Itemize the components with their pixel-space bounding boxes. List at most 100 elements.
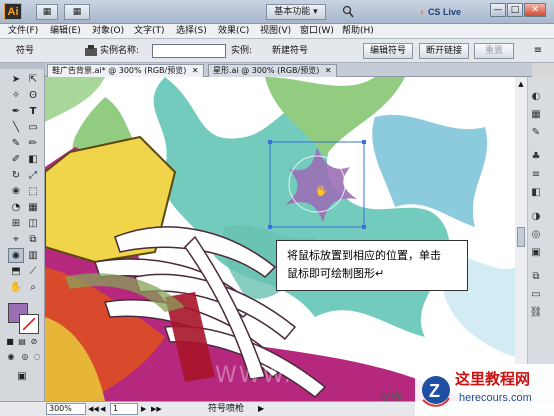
search-icon[interactable] — [342, 5, 354, 19]
zoom-field[interactable]: 300% — [46, 403, 86, 415]
minimize-button[interactable]: — — [490, 3, 506, 17]
menu-object[interactable]: 对象(O) — [92, 25, 124, 38]
vertical-scrollbar[interactable]: ▲ ▼ — [515, 77, 528, 401]
artboard-tool-icon[interactable]: ⬒ — [8, 264, 24, 279]
svg-text:🖐: 🖐 — [315, 184, 327, 197]
zoom-tool-icon[interactable]: ⌕ — [25, 280, 41, 295]
scale-tool-icon[interactable]: ⤢ — [25, 168, 41, 183]
tab-close-icon[interactable]: ✕ — [325, 66, 332, 75]
direct-selection-tool-icon[interactable]: ⇱ — [25, 72, 41, 87]
instance-label: 实例: — [231, 46, 253, 56]
graphic-styles-panel-icon[interactable]: ▣ — [528, 246, 544, 260]
warp-tool-icon[interactable]: ❀ — [8, 184, 24, 199]
maximize-button[interactable]: □ — [507, 3, 523, 17]
next-artboard-icon[interactable]: ▶ — [141, 403, 149, 415]
reset-button[interactable]: 重置 — [474, 43, 514, 59]
draw-normal-icon[interactable]: ◉ — [5, 352, 17, 362]
gradient-tool-icon[interactable]: ◫ — [25, 216, 41, 231]
mesh-tool-icon[interactable]: ⊞ — [8, 216, 24, 231]
scroll-thumb[interactable] — [517, 227, 525, 247]
prev-artboard-icon[interactable]: ◀ — [100, 403, 108, 415]
slice-tool-icon[interactable]: ⟋ — [25, 264, 41, 279]
tab-close-icon[interactable]: ✕ — [192, 66, 199, 75]
gradient-panel-icon[interactable]: ◧ — [528, 186, 544, 200]
type-tool-icon[interactable]: T — [25, 104, 41, 119]
arrange-documents-button[interactable]: ▦ — [64, 4, 90, 20]
brushes-panel-icon[interactable]: ✎ — [528, 126, 544, 140]
eyedropper-tool-icon[interactable]: ⌖ — [8, 232, 24, 247]
view-menu-button[interactable]: ▦ — [36, 4, 58, 20]
tab-star[interactable]: 星形.ai @ 300% (RGB/预览) ✕ — [208, 64, 337, 77]
menu-view[interactable]: 视图(V) — [260, 25, 291, 38]
break-link-button[interactable]: 断开链接 — [419, 43, 469, 59]
artboard-canvas[interactable]: 🖐 WWW. — [45, 77, 515, 401]
transparency-panel-icon[interactable]: ◑ — [528, 210, 544, 224]
draw-inside-icon[interactable]: ◌ — [31, 352, 43, 362]
symbol-label: 符号 — [16, 46, 35, 56]
selection-tool-icon[interactable]: ➤ — [8, 72, 24, 87]
blend-tool-icon[interactable]: ⧉ — [25, 232, 41, 247]
status-menu-arrow-icon[interactable]: ▶ — [258, 403, 264, 415]
pencil-tool-icon[interactable]: ✏ — [25, 136, 41, 151]
blob-brush-tool-icon[interactable]: ✐ — [8, 152, 24, 167]
tab-label: 鞋广告背景.ai* @ 300% (RGB/预览) — [52, 66, 187, 75]
rotate-tool-icon[interactable]: ↻ — [8, 168, 24, 183]
links-panel-icon[interactable]: ⛓ — [528, 306, 544, 320]
lasso-tool-icon[interactable]: ʘ — [25, 88, 41, 103]
edit-symbol-button[interactable]: 编辑符号 — [363, 43, 413, 59]
workspace-switcher[interactable]: 基本功能 ▾ — [266, 4, 326, 20]
magic-wand-tool-icon[interactable]: ✧ — [8, 88, 24, 103]
shape-builder-tool-icon[interactable]: ◔ — [8, 200, 24, 215]
artboards-panel-icon[interactable]: ▭ — [528, 288, 544, 302]
cs-live-button[interactable]: ◐ CS Live — [420, 5, 461, 19]
menu-type[interactable]: 文字(T) — [134, 25, 165, 38]
menu-help[interactable]: 帮助(H) — [342, 25, 374, 38]
menu-file[interactable]: 文件(F) — [8, 25, 38, 38]
control-panel-menu-icon[interactable]: ≡ — [530, 43, 546, 59]
watermark: Z 这里教程网 herecours.com — [415, 364, 554, 416]
artwork: 🖐 WWW. — [45, 77, 515, 401]
last-artboard-icon[interactable]: ▶▶ — [151, 403, 162, 415]
draw-behind-icon[interactable]: ◎ — [19, 352, 31, 362]
artboard-number-field[interactable]: 1 — [110, 403, 138, 415]
zoom-value: 300% — [49, 404, 72, 413]
symbol-sprayer-tool-icon[interactable]: ✺ — [8, 248, 24, 263]
first-artboard-icon[interactable]: ◀◀ — [88, 403, 99, 415]
menu-edit[interactable]: 编辑(E) — [50, 25, 81, 38]
color-panel-icon[interactable]: ◐ — [528, 90, 544, 104]
layers-panel-icon[interactable]: ⧉ — [528, 270, 544, 284]
swatches-panel-icon[interactable]: ▦ — [528, 108, 544, 122]
stroke-panel-icon[interactable]: ≡ — [528, 168, 544, 182]
paintbrush-tool-icon[interactable]: ✎ — [8, 136, 24, 151]
line-tool-icon[interactable]: ╲ — [8, 120, 24, 135]
current-tool-label[interactable]: 符号喷枪 — [208, 403, 244, 415]
appearance-panel-icon[interactable]: ◎ — [528, 228, 544, 242]
color-mode-icon[interactable]: ■ — [5, 337, 15, 347]
menu-select[interactable]: 选择(S) — [176, 25, 207, 38]
none-mode-icon[interactable]: ⊘ — [29, 337, 39, 347]
pen-tool-icon[interactable]: ✒ — [8, 104, 24, 119]
eraser-tool-icon[interactable]: ◧ — [25, 152, 41, 167]
tab-shoe-ad-background[interactable]: 鞋广告背景.ai* @ 300% (RGB/预览) ✕ — [47, 64, 204, 77]
document-tabs: 鞋广告背景.ai* @ 300% (RGB/预览) ✕ 星形.ai @ 300%… — [45, 63, 532, 77]
screen-mode-icon[interactable]: ▣ — [14, 369, 30, 384]
tools-panel: ➤ ⇱ ✧ ʘ ✒ T ╲ ▭ ✎ ✏ ✐ ◧ ↻ ⤢ ❀ ⬚ ◔ ▦ ⊞ ◫ … — [0, 63, 45, 403]
scroll-up-arrow-icon[interactable]: ▲ — [516, 79, 526, 89]
tab-label: 星形.ai @ 300% (RGB/预览) — [213, 66, 320, 75]
hand-tool-icon[interactable]: ✋ — [8, 280, 24, 295]
symbols-panel-icon[interactable]: ♣ — [528, 150, 544, 164]
stroke-swatch[interactable] — [19, 314, 39, 334]
perspective-grid-tool-icon[interactable]: ▦ — [25, 200, 41, 215]
app-logo: Ai — [4, 3, 22, 20]
title-bar: Ai ▦ ▦ 基本功能 ▾ ◐ CS Live — □ ✕ — [0, 0, 554, 24]
illustrator-window: Ai ▦ ▦ 基本功能 ▾ ◐ CS Live — □ ✕ 文件(F) 编辑(E… — [0, 0, 554, 416]
rectangle-tool-icon[interactable]: ▭ — [25, 120, 41, 135]
instance-name-input[interactable] — [152, 44, 226, 58]
free-transform-tool-icon[interactable]: ⬚ — [25, 184, 41, 199]
close-button[interactable]: ✕ — [524, 3, 546, 17]
toolbar-grip[interactable] — [0, 63, 45, 69]
menu-effect[interactable]: 效果(C) — [218, 25, 249, 38]
menu-window[interactable]: 窗口(W) — [300, 25, 334, 38]
gradient-mode-icon[interactable]: ▤ — [17, 337, 27, 347]
column-graph-tool-icon[interactable]: ▥ — [25, 248, 41, 263]
